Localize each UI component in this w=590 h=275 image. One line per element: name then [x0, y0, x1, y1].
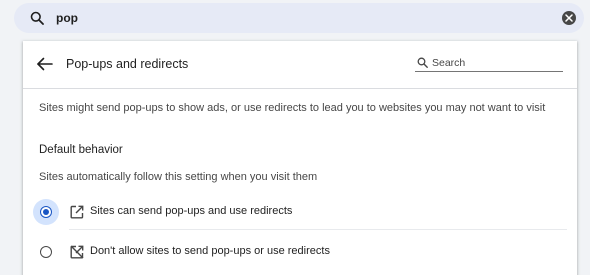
option-label: Sites can send pop-ups and use redirects: [90, 205, 293, 217]
back-button[interactable]: [35, 55, 55, 73]
card-search-field[interactable]: [415, 55, 563, 72]
card-header: Pop-ups and redirects: [23, 41, 577, 89]
description-text: Sites might send pop-ups to show ads, or…: [39, 102, 546, 114]
search-icon: [30, 11, 44, 25]
option-allow-popups[interactable]: Sites can send pop-ups and use redirects: [23, 194, 577, 230]
option-label: Don't allow sites to send pop-ups or use…: [90, 245, 330, 257]
radio-block[interactable]: [40, 246, 52, 258]
popups-settings-card: Pop-ups and redirects Sites might send p…: [23, 41, 577, 275]
settings-search-box[interactable]: pop: [14, 3, 584, 33]
divider: [69, 229, 567, 230]
open-in-new-icon: [70, 205, 84, 219]
arrow-back-icon: [37, 57, 53, 71]
option-block-popups[interactable]: Don't allow sites to send pop-ups or use…: [23, 234, 577, 270]
search-query-text[interactable]: pop: [56, 3, 78, 33]
close-icon: [565, 14, 573, 22]
blocked-popup-icon: [70, 245, 84, 259]
top-search-bar: pop: [0, 0, 590, 40]
section-subtitle: Sites automatically follow this setting …: [39, 171, 318, 183]
search-icon: [417, 57, 428, 68]
settings-page: pop Pop-ups and redirects Search Sites m…: [0, 0, 590, 275]
clear-search-button[interactable]: [562, 11, 576, 25]
search-input[interactable]: [432, 55, 560, 70]
page-title: Pop-ups and redirects: [66, 57, 189, 71]
radio-dot: [43, 209, 49, 215]
radio-allow[interactable]: [40, 206, 52, 218]
section-heading: Default behavior: [39, 144, 123, 156]
